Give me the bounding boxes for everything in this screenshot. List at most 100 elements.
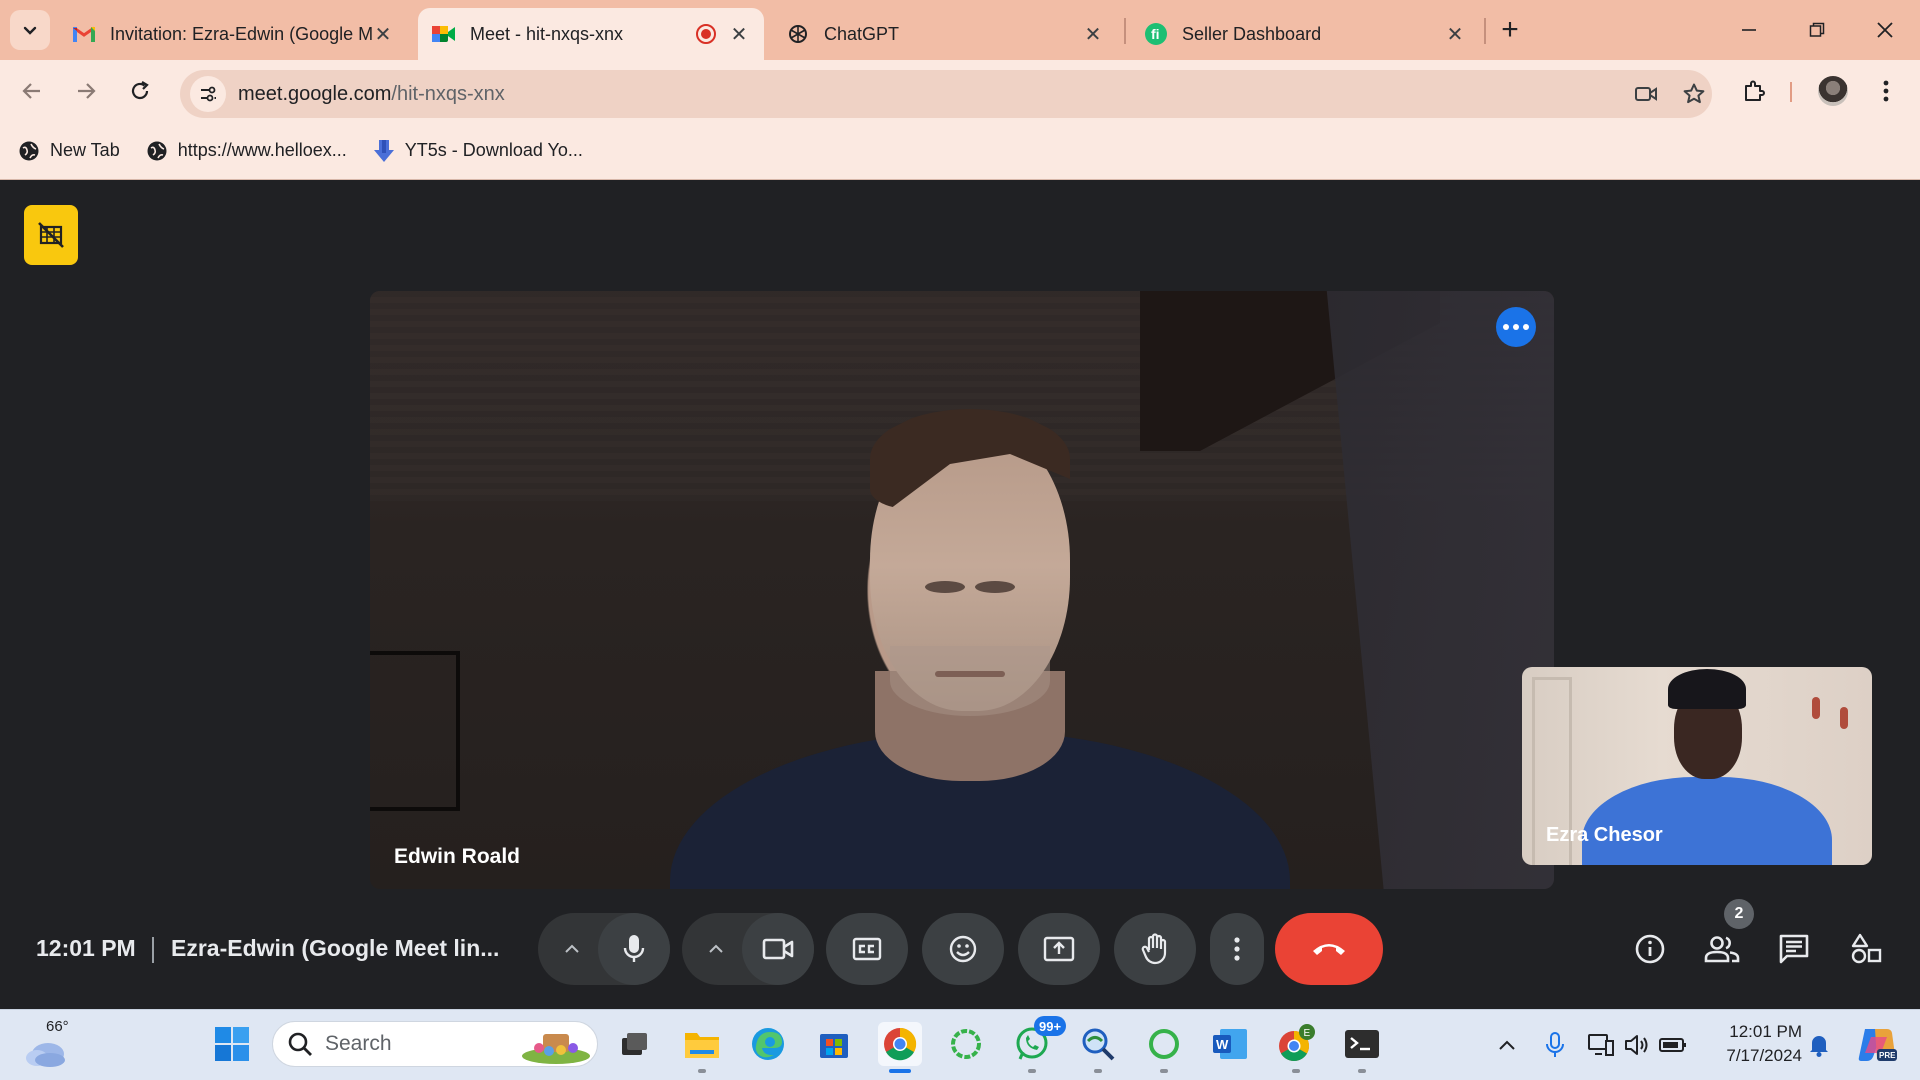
address-bar[interactable]: meet.google.com/hit-nxqs-xnx — [180, 70, 1712, 118]
bookmark-helloex[interactable]: https://www.helloex... — [146, 140, 347, 162]
network-status[interactable] — [1586, 1030, 1616, 1060]
vertical-dots-icon — [1234, 937, 1240, 961]
minimize-button[interactable] — [1724, 10, 1774, 50]
taskbar-search[interactable]: Search — [272, 1021, 598, 1067]
main-participant-name: Edwin Roald — [394, 845, 520, 868]
chrome-button[interactable] — [878, 1022, 922, 1073]
system-clock[interactable]: 12:01 PM 7/17/2024 — [1712, 1020, 1802, 1068]
show-hidden-icons-button[interactable] — [1492, 1030, 1522, 1060]
present-screen-button[interactable] — [1018, 913, 1100, 985]
shapes-icon — [1851, 933, 1882, 964]
microsoft-store-button[interactable] — [812, 1022, 856, 1066]
svg-text:W: W — [1216, 1037, 1229, 1052]
task-view-button[interactable] — [612, 1022, 656, 1066]
activities-button[interactable] — [1842, 925, 1890, 973]
arrow-right-icon — [78, 83, 96, 99]
notifications-button[interactable] — [1804, 1030, 1834, 1060]
tab-seller-dashboard[interactable]: fi Seller Dashboard ✕ — [1130, 8, 1480, 60]
whatsapp-unread-badge: 99+ — [1034, 1016, 1067, 1036]
participant-mouth — [935, 671, 1005, 677]
vertical-dots-icon — [1883, 80, 1889, 102]
close-tab-icon[interactable]: ✕ — [728, 23, 750, 46]
leave-call-button[interactable] — [1275, 913, 1383, 985]
chevron-down-icon — [23, 26, 37, 35]
chat-button[interactable] — [1770, 925, 1818, 973]
microphone-in-use-indicator[interactable] — [1540, 1030, 1570, 1060]
reactions-button[interactable] — [922, 913, 1004, 985]
bookmark-star-icon[interactable] — [1676, 76, 1712, 112]
tab-gmail-invitation[interactable]: Invitation: Ezra-Edwin (Google M ✕ — [58, 8, 408, 60]
start-button[interactable] — [210, 1022, 254, 1066]
host-controls-badge[interactable] — [24, 205, 78, 265]
new-tab-button[interactable]: + — [1494, 13, 1526, 46]
bookmark-yt5s[interactable]: YT5s - Download Yo... — [373, 139, 583, 162]
tab-title: Meet - hit-nxqs-xnx — [470, 23, 624, 44]
close-window-button[interactable] — [1860, 10, 1910, 50]
audio-options-button[interactable] — [544, 913, 600, 985]
reload-button[interactable] — [122, 73, 158, 109]
loading-app-button[interactable] — [944, 1022, 988, 1066]
profile-avatar[interactable] — [1818, 76, 1848, 106]
running-indicator — [1028, 1069, 1036, 1073]
participant-more-options-button[interactable] — [1496, 307, 1536, 347]
svg-text:fi: fi — [1151, 26, 1160, 42]
camera-permission-icon[interactable] — [1628, 76, 1664, 112]
tab-google-meet[interactable]: Meet - hit-nxqs-xnx ✕ — [418, 8, 764, 60]
url-host: meet.google.com — [238, 82, 392, 105]
battery-status[interactable] — [1658, 1030, 1688, 1060]
more-options-button[interactable] — [1210, 913, 1264, 985]
close-tab-icon[interactable]: ✕ — [1444, 23, 1466, 46]
cloudy-weather-icon — [26, 1043, 65, 1067]
windows-taskbar: 66° Search 99+ W E 12:01 PM 7/17/2024 PR… — [0, 1009, 1920, 1080]
ring-app-button[interactable] — [1142, 1022, 1186, 1073]
forward-button[interactable] — [68, 73, 104, 109]
tab-search-button[interactable] — [10, 10, 50, 50]
video-options-button[interactable] — [688, 913, 744, 985]
edge-browser-button[interactable] — [746, 1022, 790, 1066]
copilot-button[interactable]: PRE — [1854, 1024, 1900, 1064]
bookmark-new-tab[interactable]: New Tab — [18, 140, 120, 162]
copilot-icon: PRE — [1858, 1029, 1897, 1061]
magnifier-app-button[interactable] — [1076, 1022, 1120, 1073]
close-tab-icon[interactable]: ✕ — [372, 23, 394, 46]
close-tab-icon[interactable]: ✕ — [1082, 23, 1104, 46]
weather-widget[interactable]: 66° — [24, 1018, 74, 1070]
whatsapp-button[interactable]: 99+ — [1010, 1016, 1067, 1073]
raise-hand-button[interactable] — [1114, 913, 1196, 985]
chat-icon — [1779, 934, 1809, 964]
camera-icon — [762, 938, 794, 960]
chrome-profile-button[interactable]: E — [1274, 1022, 1318, 1073]
terminal-icon — [1345, 1030, 1379, 1058]
running-indicator — [1160, 1069, 1168, 1073]
recording-indicator-icon — [696, 24, 716, 44]
camera-button[interactable] — [742, 913, 814, 985]
chrome-icon — [884, 1027, 917, 1061]
browser-menu-button[interactable] — [1868, 73, 1904, 109]
terminal-button[interactable] — [1340, 1022, 1384, 1073]
bookmarks-bar: New Tab https://www.helloex... YT5s - Do… — [0, 122, 1920, 180]
meeting-details-button[interactable] — [1626, 925, 1674, 973]
people-button[interactable] — [1698, 925, 1746, 973]
main-participant-video[interactable]: Edwin Roald — [370, 291, 1554, 889]
weather-temperature: 66° — [46, 1018, 69, 1035]
word-button[interactable]: W — [1208, 1022, 1252, 1066]
site-settings-icon[interactable] — [190, 76, 226, 112]
restore-button[interactable] — [1792, 10, 1842, 50]
self-view-video[interactable]: Ezra Chesor — [1522, 667, 1872, 865]
volume-control[interactable] — [1622, 1030, 1652, 1060]
captions-button[interactable] — [826, 913, 908, 985]
extensions-button[interactable] — [1736, 73, 1772, 109]
tab-chatgpt[interactable]: ChatGPT ✕ — [772, 8, 1118, 60]
folder-icon — [685, 1033, 719, 1058]
back-button[interactable] — [14, 73, 50, 109]
bell-icon — [1810, 1036, 1828, 1057]
windows-logo-icon — [215, 1027, 249, 1061]
tab-title: ChatGPT — [824, 23, 900, 44]
microphone-icon — [623, 935, 645, 962]
microphone-button[interactable] — [598, 913, 670, 985]
restore-icon — [1809, 22, 1825, 37]
reload-icon — [131, 81, 149, 100]
file-explorer-button[interactable] — [680, 1022, 724, 1073]
browser-toolbar: meet.google.com/hit-nxqs-xnx — [0, 60, 1920, 122]
chevron-up-icon — [565, 944, 579, 953]
